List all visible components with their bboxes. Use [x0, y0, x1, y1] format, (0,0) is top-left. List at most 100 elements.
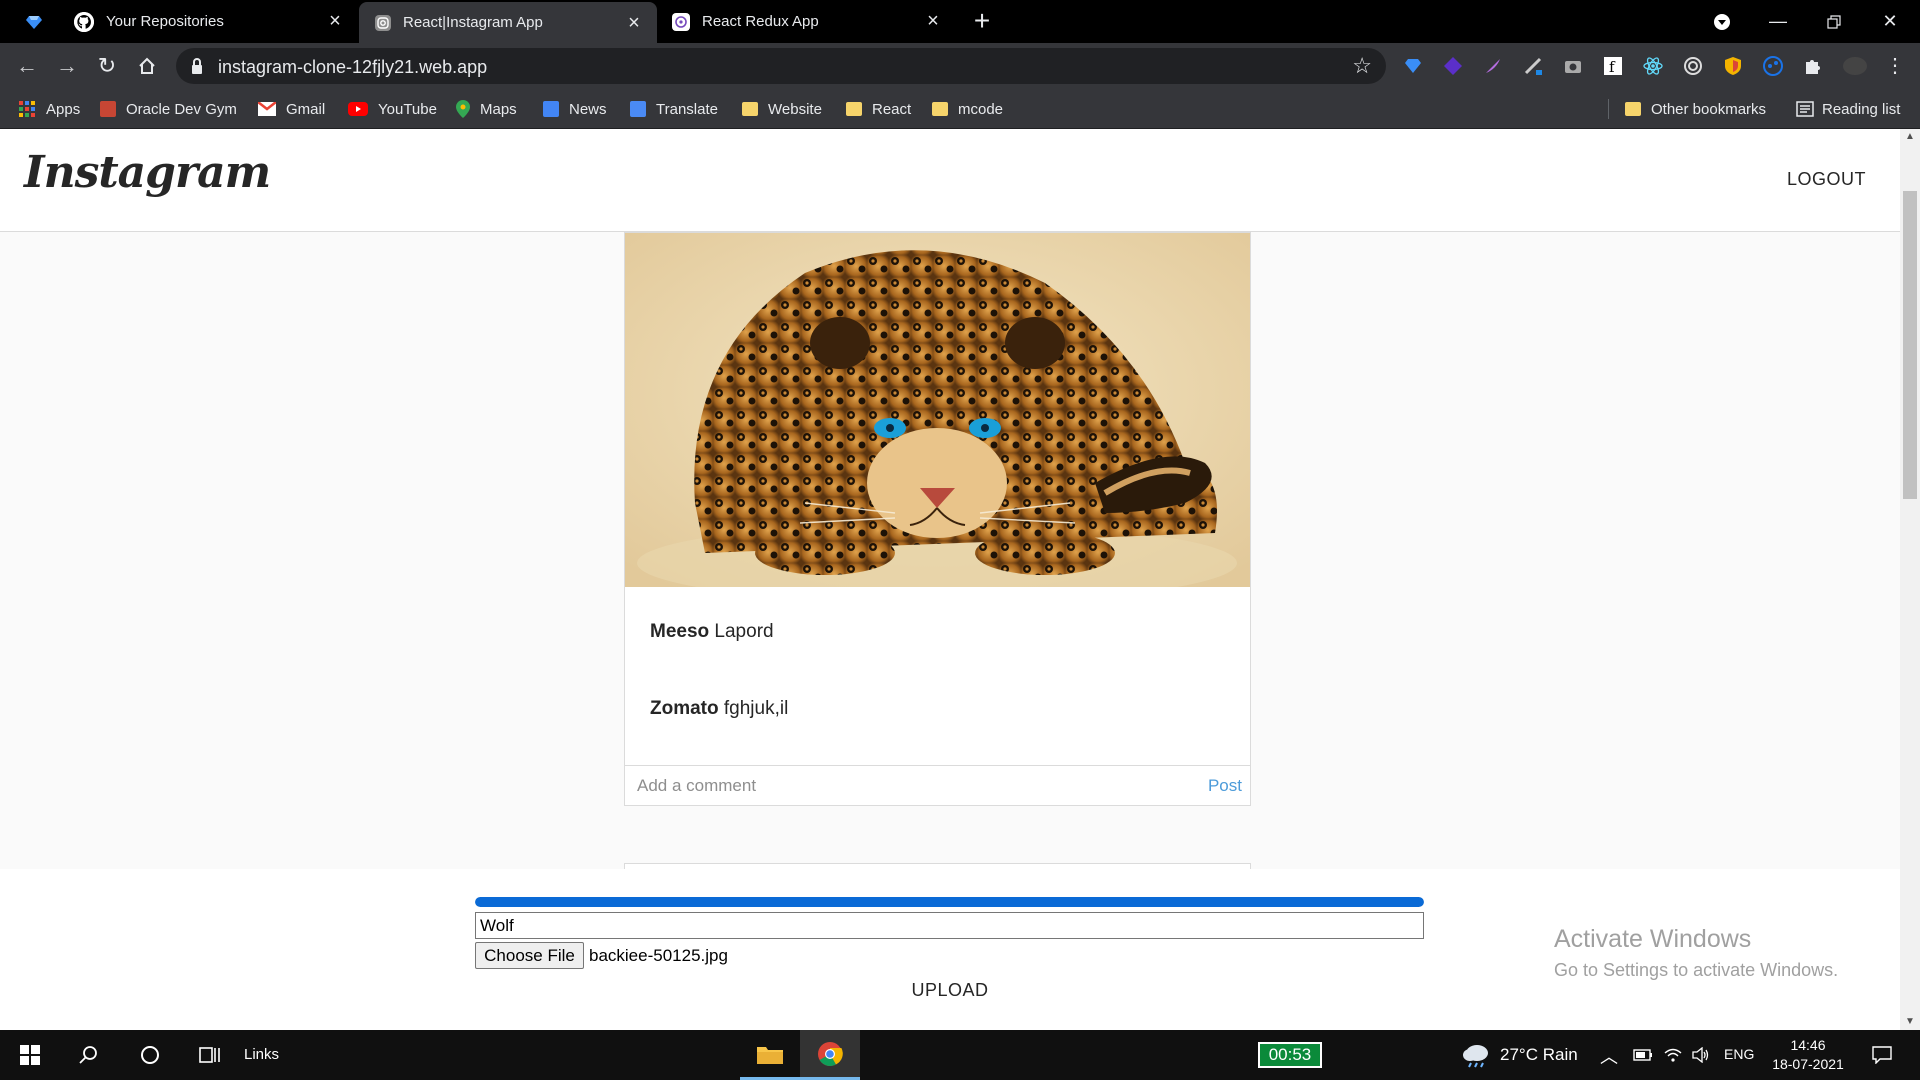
- watermark-title: Activate Windows: [1554, 925, 1752, 953]
- selected-file-name: backiee-50125.jpg: [589, 946, 728, 965]
- instagram-logo[interactable]: Instagram: [24, 147, 271, 198]
- bookmark-label: Maps: [480, 100, 517, 118]
- more-menu-icon[interactable]: ⋮: [1884, 55, 1906, 77]
- upload-button[interactable]: UPLOAD: [900, 978, 1000, 1002]
- caption-username[interactable]: Meeso: [650, 621, 709, 642]
- close-icon[interactable]: ×: [924, 11, 942, 31]
- youtube-icon: [348, 102, 368, 116]
- pinned-tab[interactable]: [10, 0, 58, 43]
- language-indicator[interactable]: ENG: [1724, 1046, 1754, 1062]
- bookmark-label: Gmail: [286, 100, 326, 118]
- react-devtools-icon[interactable]: [1642, 55, 1664, 77]
- close-icon[interactable]: ×: [625, 13, 643, 33]
- bookmark-label: Translate: [656, 100, 718, 118]
- bookmark-react[interactable]: React: [846, 89, 911, 129]
- tab-title: React|Instagram App: [403, 14, 543, 31]
- choose-file-button[interactable]: Choose File: [475, 942, 584, 969]
- github-icon: [74, 11, 94, 32]
- url-text: instagram-clone-12fjly21.web.app: [218, 57, 488, 77]
- reload-icon[interactable]: ↻: [94, 53, 120, 79]
- links-toolbar[interactable]: Links: [244, 1046, 279, 1063]
- clock[interactable]: 14:46 18-07-2021: [1770, 1036, 1846, 1074]
- tab-instagram-app[interactable]: React|Instagram App ×: [359, 2, 657, 43]
- comment-input[interactable]: [637, 774, 1177, 798]
- shield-extension-icon[interactable]: [1722, 55, 1744, 77]
- weather-rain-icon[interactable]: [1456, 1030, 1496, 1080]
- font-extension-icon[interactable]: f: [1602, 55, 1624, 77]
- reading-list-label: Reading list: [1822, 100, 1901, 118]
- new-tab-button[interactable]: +: [968, 7, 996, 36]
- pen-extension-icon[interactable]: [1522, 55, 1544, 77]
- app-header: Instagram LOGOUT: [0, 129, 1900, 232]
- logout-button[interactable]: LOGOUT: [1787, 169, 1866, 190]
- diamond-extension-icon[interactable]: [1402, 55, 1424, 77]
- bookmark-label: Website: [768, 100, 822, 118]
- minimize-button[interactable]: —: [1750, 0, 1806, 43]
- bookmark-label: React: [872, 100, 912, 118]
- bookmark-maps[interactable]: Maps: [456, 89, 517, 129]
- puzzle-extensions-icon[interactable]: [1802, 55, 1824, 77]
- profile-avatar[interactable]: [1842, 55, 1867, 77]
- task-view-icon[interactable]: [182, 1030, 238, 1080]
- post-caption: Meeso Lapord: [650, 621, 774, 643]
- post-comment-button[interactable]: Post: [1208, 776, 1242, 796]
- restore-button[interactable]: [1806, 0, 1862, 43]
- bookmark-translate[interactable]: Translate: [630, 89, 718, 129]
- bookmark-website[interactable]: Website: [742, 89, 822, 129]
- bookmark-label: YouTube: [378, 100, 437, 118]
- comment-text: fghjuk,il: [723, 698, 789, 719]
- forward-icon[interactable]: →: [54, 53, 80, 79]
- tab-react-redux-app[interactable]: React Redux App ×: [658, 0, 956, 43]
- volume-icon[interactable]: [1686, 1030, 1716, 1080]
- chevron-up-icon[interactable]: ︿: [1600, 1043, 1618, 1069]
- post-image: [625, 233, 1250, 587]
- feather-extension-icon[interactable]: [1482, 55, 1504, 77]
- close-window-button[interactable]: ✕: [1862, 0, 1918, 43]
- bookmark-apps[interactable]: Apps: [18, 89, 80, 129]
- notifications-icon[interactable]: [1862, 1030, 1902, 1080]
- windows-start-icon[interactable]: [2, 1030, 58, 1080]
- comment-username[interactable]: Zomato: [650, 698, 719, 719]
- address-bar[interactable]: instagram-clone-12fjly21.web.app ☆: [176, 48, 1386, 84]
- file-explorer-icon[interactable]: [740, 1030, 800, 1080]
- bookmark-oracle-dev-gym[interactable]: Oracle Dev Gym: [100, 89, 237, 129]
- page-scrollbar[interactable]: ▲ ▼: [1900, 129, 1920, 1030]
- weather-text[interactable]: 27°C Rain: [1500, 1045, 1578, 1065]
- target-extension-icon[interactable]: [1682, 55, 1704, 77]
- reading-list[interactable]: Reading list: [1796, 89, 1900, 129]
- search-icon[interactable]: [60, 1030, 116, 1080]
- activate-windows-watermark: Activate Windows Go to Settings to activ…: [1554, 925, 1838, 981]
- bookmark-youtube[interactable]: YouTube: [348, 89, 437, 129]
- tab-title: React Redux App: [702, 13, 819, 30]
- share-extension-icon[interactable]: [1762, 55, 1784, 77]
- bookmark-label: Oracle Dev Gym: [126, 100, 237, 118]
- wifi-icon[interactable]: [1658, 1030, 1688, 1080]
- upload-progress-fill: [475, 897, 1424, 907]
- scroll-thumb[interactable]: [1903, 191, 1917, 499]
- battery-icon[interactable]: [1628, 1030, 1658, 1080]
- bookmark-other-bookmarks[interactable]: Other bookmarks: [1625, 89, 1766, 129]
- chrome-icon[interactable]: [800, 1030, 860, 1080]
- tab-title: Your Repositories: [106, 13, 224, 30]
- folder-icon: [932, 102, 948, 116]
- apps-grid-icon: [19, 101, 35, 117]
- bookmark-news[interactable]: News: [543, 89, 607, 129]
- bookmarks-divider: [1608, 99, 1609, 119]
- bookmark-mcode[interactable]: mcode: [932, 89, 1003, 129]
- profile-menu-icon[interactable]: [1694, 0, 1750, 43]
- scroll-down-arrow-icon[interactable]: ▼: [1900, 1014, 1920, 1030]
- gmail-icon: [258, 102, 276, 116]
- purple-extension-icon[interactable]: [1442, 55, 1464, 77]
- home-icon[interactable]: [134, 53, 160, 79]
- cortana-icon[interactable]: [122, 1030, 178, 1080]
- bookmark-label: Apps: [46, 100, 81, 118]
- close-icon[interactable]: ×: [326, 11, 344, 31]
- back-icon[interactable]: ←: [14, 53, 40, 79]
- timer-widget[interactable]: 00:53: [1258, 1042, 1322, 1068]
- bookmark-gmail[interactable]: Gmail: [258, 89, 325, 129]
- scroll-up-arrow-icon[interactable]: ▲: [1900, 129, 1920, 145]
- caption-input[interactable]: [475, 912, 1424, 939]
- bookmark-star-icon[interactable]: ☆: [1352, 53, 1372, 79]
- camera-extension-icon[interactable]: [1562, 55, 1584, 77]
- tab-your-repositories[interactable]: Your Repositories ×: [60, 0, 358, 43]
